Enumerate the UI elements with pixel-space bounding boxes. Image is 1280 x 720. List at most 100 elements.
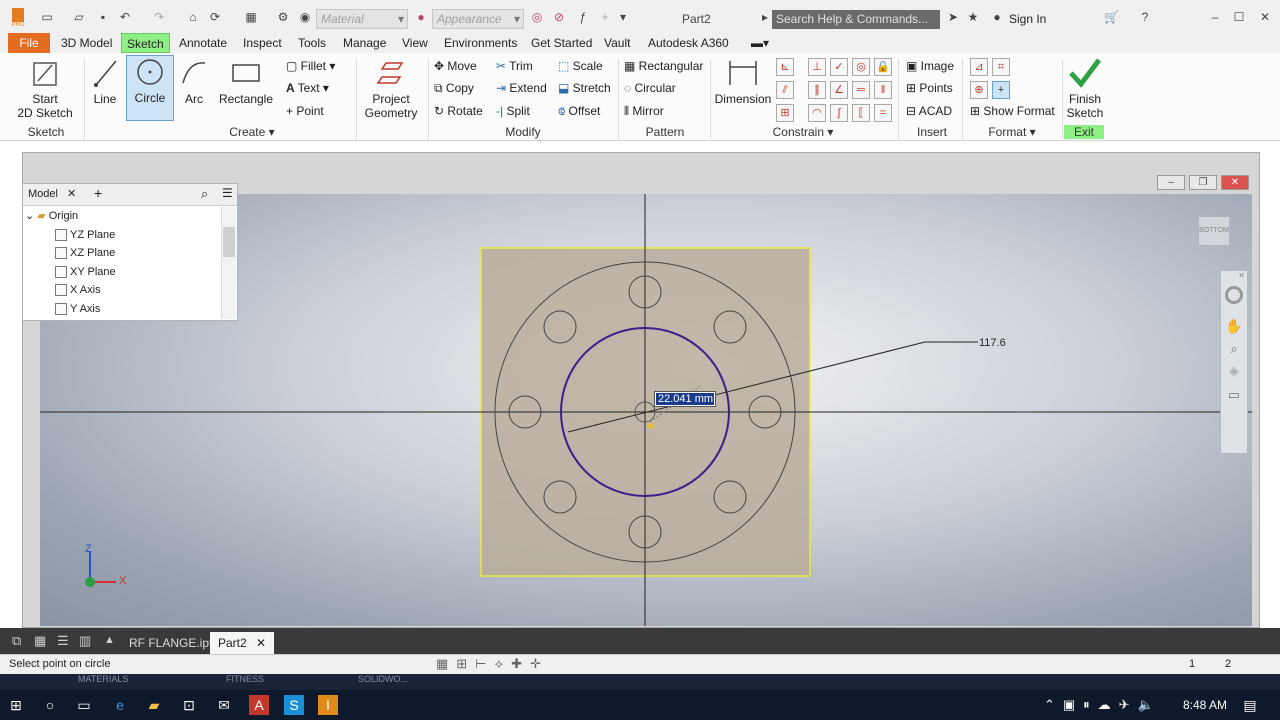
tab-vault[interactable]: Vault bbox=[599, 33, 635, 53]
doc-restore-icon[interactable]: ❐ bbox=[1189, 175, 1217, 190]
tab-inspect[interactable]: Inspect bbox=[238, 33, 287, 53]
acad-button[interactable]: ⊟ ACAD bbox=[906, 101, 952, 121]
autocad-icon[interactable]: A bbox=[249, 695, 269, 715]
extend-button[interactable]: ⇥ Extend bbox=[496, 78, 547, 98]
customize-menu-icon[interactable]: ▾ bbox=[616, 10, 630, 24]
dimension-text[interactable]: 117.6 bbox=[979, 337, 1006, 349]
new-icon[interactable]: ▭ bbox=[40, 10, 54, 24]
globe-icon[interactable]: ◉ bbox=[298, 10, 312, 24]
search-input[interactable]: Search Help & Commands... bbox=[772, 10, 940, 29]
doc-list-icon[interactable]: ▲ bbox=[104, 634, 115, 646]
appearance-dropdown[interactable]: Appearance bbox=[432, 9, 524, 29]
doc-tab-close-icon[interactable]: ✕ bbox=[256, 636, 266, 650]
store-cart-icon[interactable]: 🛒 bbox=[1104, 10, 1119, 24]
sign-in-link[interactable]: Sign In bbox=[1009, 12, 1046, 26]
cortana-search-icon[interactable]: ○ bbox=[40, 695, 60, 715]
material-dropdown[interactable]: Material bbox=[316, 9, 408, 29]
concentric-icon[interactable]: ◎ bbox=[852, 58, 870, 76]
tile-horizontal-icon[interactable]: ☰ bbox=[57, 633, 69, 649]
equal-icon[interactable]: = bbox=[874, 104, 892, 122]
collinear-icon[interactable]: ∠ bbox=[830, 81, 848, 99]
update-icon[interactable]: ⟳ bbox=[208, 10, 222, 24]
plus-icon[interactable]: + bbox=[598, 10, 612, 24]
fix-lock-icon[interactable]: 🔒 bbox=[874, 58, 892, 76]
browser-close-icon[interactable]: ✕ bbox=[67, 187, 76, 200]
doc-minimize-icon[interactable]: – bbox=[1157, 175, 1185, 190]
tray-icons[interactable]: ⌃▣⏸☁✈🔈 bbox=[1044, 697, 1162, 713]
skype-icon[interactable]: S bbox=[284, 695, 304, 715]
smooth-icon[interactable]: ʃ bbox=[830, 104, 848, 122]
doc-tab-part2[interactable]: Part2 ✕ bbox=[210, 632, 275, 654]
notifications-icon[interactable]: ▤ bbox=[1240, 695, 1260, 715]
tangent-icon[interactable]: ◠ bbox=[808, 104, 826, 122]
favorite-star-icon[interactable]: ★ bbox=[966, 10, 980, 24]
browser-tab-model[interactable]: Model bbox=[28, 188, 58, 200]
tab-get-started[interactable]: Get Started bbox=[526, 33, 597, 53]
dimension-input-box[interactable]: 22.041 mm bbox=[654, 391, 716, 407]
select-icon[interactable]: ▦ bbox=[244, 10, 258, 24]
nav-close-icon[interactable]: ✕ bbox=[1221, 271, 1247, 280]
store-icon[interactable]: ⊡ bbox=[179, 695, 199, 715]
rectangle-button[interactable]: Rectangle bbox=[216, 57, 276, 106]
perpendicular-icon[interactable]: ⊥ bbox=[808, 58, 826, 76]
auto-dimension-icon[interactable]: ⊾ bbox=[776, 58, 794, 76]
finish-sketch-button[interactable]: Finish Sketch bbox=[1064, 57, 1106, 120]
show-constraints-icon[interactable]: ⫽ bbox=[776, 81, 794, 99]
home-icon[interactable]: ⌂ bbox=[186, 10, 200, 24]
clear-override-icon[interactable]: ⊘ bbox=[552, 10, 566, 24]
tab-sketch[interactable]: Sketch bbox=[121, 33, 170, 53]
close-window-icon[interactable]: ✕ bbox=[1258, 10, 1272, 24]
line-button[interactable]: Line bbox=[86, 57, 124, 106]
vertical-icon[interactable]: ‖ bbox=[874, 81, 892, 99]
move-button[interactable]: ✥ Move bbox=[434, 56, 477, 76]
help-icon[interactable]: ? bbox=[1138, 10, 1152, 24]
dimension-button[interactable]: Dimension bbox=[714, 57, 772, 106]
center-point-icon[interactable]: ⊕ bbox=[970, 81, 988, 99]
inventor-icon[interactable]: I bbox=[318, 695, 338, 715]
mirror-button[interactable]: ⫴ Mirror bbox=[624, 101, 664, 121]
browser-scrollbar[interactable] bbox=[221, 207, 236, 319]
viewcube[interactable]: BOTTOM bbox=[1198, 216, 1230, 246]
tree-item-yz-plane[interactable]: YZ Plane bbox=[55, 226, 115, 244]
constraint-settings-icon[interactable]: ⊞ bbox=[776, 104, 794, 122]
steering-wheel-icon[interactable] bbox=[1225, 286, 1243, 304]
tree-item-origin[interactable]: ⌄ ▰ Origin bbox=[25, 207, 78, 225]
construction-icon[interactable]: ⊿ bbox=[970, 58, 988, 76]
task-view-icon[interactable]: ▭ bbox=[74, 695, 94, 715]
panel-label-constrain[interactable]: Constrain ▾ bbox=[768, 125, 838, 139]
browser-menu-icon[interactable]: ☰ bbox=[222, 186, 233, 200]
tree-item-x-axis[interactable]: X Axis bbox=[55, 281, 101, 299]
fillet-button[interactable]: ▢ Fillet ▾ bbox=[286, 56, 335, 76]
circle-button[interactable]: Circle bbox=[126, 55, 174, 121]
arc-button[interactable]: Arc bbox=[176, 57, 212, 106]
tab-tools[interactable]: Tools bbox=[293, 33, 331, 53]
scroll-thumb[interactable] bbox=[223, 227, 235, 257]
tab-3d-model[interactable]: 3D Model bbox=[56, 33, 117, 53]
adjust-icon[interactable]: ◎ bbox=[530, 10, 544, 24]
tile-windows-icon[interactable]: ⧉ bbox=[12, 633, 21, 649]
rectangular-pattern-button[interactable]: ▦ Rectangular bbox=[624, 56, 703, 76]
tab-view[interactable]: View bbox=[397, 33, 433, 53]
copy-button[interactable]: ⧉ Copy bbox=[434, 78, 474, 98]
mail-icon[interactable]: ✉ bbox=[214, 695, 234, 715]
stretch-button[interactable]: ⬓ Stretch bbox=[558, 78, 611, 98]
centerline-icon[interactable]: ⌗ bbox=[992, 58, 1010, 76]
arrange-grid-icon[interactable]: ▦ bbox=[34, 633, 46, 649]
tree-item-y-axis[interactable]: Y Axis bbox=[55, 300, 100, 318]
scale-button[interactable]: ⬚ Scale bbox=[558, 56, 603, 76]
panel-label-create[interactable]: Create ▾ bbox=[224, 125, 280, 139]
tree-item-xz-plane[interactable]: XZ Plane bbox=[55, 244, 115, 262]
point-button[interactable]: + Point bbox=[286, 101, 324, 121]
split-button[interactable]: -| Split bbox=[496, 101, 530, 121]
browser-search-icon[interactable]: ⌕ bbox=[201, 186, 208, 202]
save-icon[interactable]: ▪ bbox=[96, 10, 110, 24]
undo-icon[interactable]: ↶ bbox=[118, 10, 132, 24]
clock[interactable]: 8:48 AM bbox=[1183, 698, 1227, 712]
coincident-icon[interactable]: ✓ bbox=[830, 58, 848, 76]
browser-add-icon[interactable]: + bbox=[94, 185, 102, 201]
horizontal-icon[interactable]: ═ bbox=[852, 81, 870, 99]
tab-environments[interactable]: Environments bbox=[439, 33, 522, 53]
search-pointer-icon[interactable]: ➤ bbox=[946, 10, 960, 24]
show-format-button[interactable]: ⊞ Show Format bbox=[970, 101, 1055, 121]
tab-autodesk-a360[interactable]: Autodesk A360 bbox=[643, 33, 734, 53]
